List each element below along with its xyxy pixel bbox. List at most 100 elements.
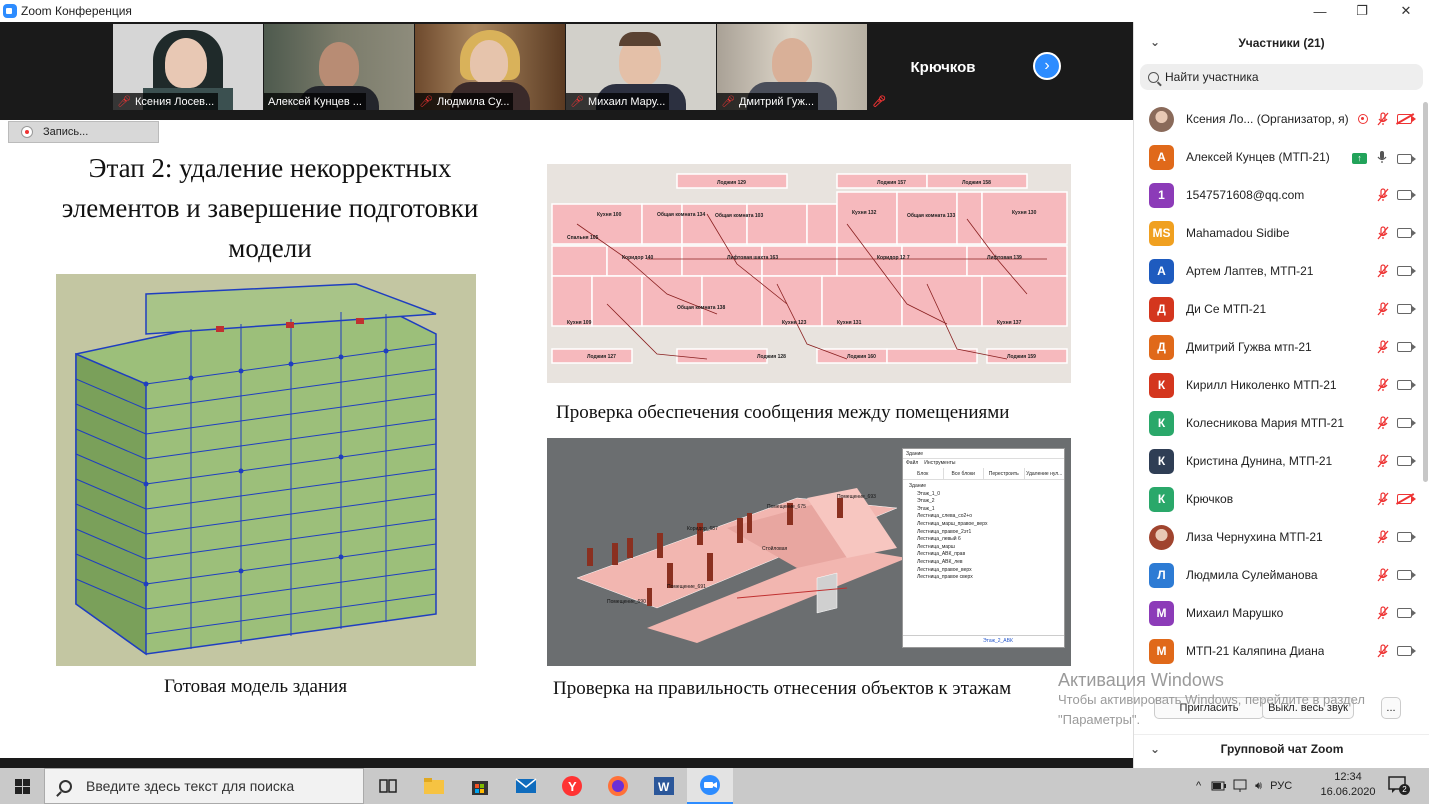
network-icon[interactable] bbox=[1233, 779, 1249, 793]
language-indicator[interactable]: РУС bbox=[1270, 780, 1292, 792]
recording-indicator[interactable]: Запись... bbox=[8, 121, 159, 143]
mic-off-icon[interactable] bbox=[1376, 302, 1389, 316]
mic-off-icon[interactable] bbox=[1376, 454, 1389, 468]
camera-off-icon[interactable] bbox=[1397, 494, 1416, 504]
mic-off-icon[interactable] bbox=[1376, 188, 1389, 202]
camera-icon[interactable] bbox=[1397, 266, 1416, 276]
camera-icon[interactable] bbox=[1397, 380, 1416, 390]
participant-row[interactable]: М МТП-21 Каляпина Диана bbox=[1134, 632, 1426, 670]
camera-icon[interactable] bbox=[1397, 646, 1416, 656]
mic-off-icon[interactable] bbox=[1376, 606, 1389, 620]
file-explorer-icon[interactable] bbox=[411, 768, 457, 804]
mic-off-icon[interactable] bbox=[1376, 340, 1389, 354]
tray-expand-chevron-icon[interactable]: ^ bbox=[1196, 780, 1201, 792]
camera-icon[interactable] bbox=[1397, 304, 1416, 314]
close-button[interactable]: ✕ bbox=[1383, 0, 1429, 22]
participant-row[interactable]: Ксения Ло... (Организатор, я) bbox=[1134, 100, 1426, 138]
firefox-icon[interactable] bbox=[595, 768, 641, 804]
tree-item[interactable]: Здание bbox=[909, 483, 1058, 491]
battery-icon[interactable] bbox=[1211, 780, 1227, 792]
tree-item[interactable]: Этаж_1_0 bbox=[909, 491, 1058, 499]
participant-search-input[interactable]: Найти участника bbox=[1140, 64, 1423, 90]
tree-item[interactable]: Лестница_АВК_лев bbox=[909, 559, 1058, 567]
video-strip: 🎤︎ Ксения Лосев... Алексей Кунцев ... 🎤︎ Л… bbox=[0, 22, 1133, 120]
participant-row[interactable]: К Колесникова Мария МТП-21 bbox=[1134, 404, 1426, 442]
minimize-button[interactable]: — bbox=[1297, 0, 1343, 22]
mic-off-icon[interactable] bbox=[1376, 530, 1389, 544]
tab-all-blocks[interactable]: Все блоки bbox=[944, 468, 984, 479]
mic-off-icon[interactable] bbox=[1376, 568, 1389, 582]
mic-off-icon[interactable] bbox=[1376, 226, 1389, 240]
camera-icon[interactable] bbox=[1397, 228, 1416, 238]
mic-off-icon[interactable] bbox=[1376, 644, 1389, 658]
tree-item[interactable]: Лестница_левый 6 bbox=[909, 536, 1058, 544]
mic-off-icon[interactable] bbox=[1376, 378, 1389, 392]
participant-row[interactable]: MS Mahamadou Sidibe bbox=[1134, 214, 1426, 252]
camera-icon[interactable] bbox=[1397, 342, 1416, 352]
volume-icon[interactable]: 🔊︎ bbox=[1255, 780, 1262, 793]
camera-icon[interactable] bbox=[1397, 190, 1416, 200]
video-tile[interactable]: 🎤︎ Ксения Лосев... bbox=[113, 24, 263, 110]
group-chat-header[interactable]: ⌄ Групповой чат Zoom bbox=[1134, 734, 1429, 762]
yandex-browser-icon[interactable]: Y bbox=[549, 768, 595, 804]
participant-row[interactable]: К Крючков bbox=[1134, 480, 1426, 518]
notifications-icon[interactable]: 2 bbox=[1388, 776, 1410, 796]
tree-item[interactable]: Лестница_марш bbox=[909, 544, 1058, 552]
more-options-button[interactable]: ... bbox=[1381, 697, 1401, 719]
camera-icon[interactable] bbox=[1397, 532, 1416, 542]
video-tile[interactable]: 🎤︎ Дмитрий Гуж... bbox=[717, 24, 867, 110]
zoom-app-icon[interactable] bbox=[687, 768, 733, 804]
mic-off-icon[interactable] bbox=[1376, 112, 1389, 126]
video-tile-active-speaker[interactable]: Алексей Кунцев ... bbox=[264, 24, 414, 110]
maximize-button[interactable]: ❐ bbox=[1339, 0, 1385, 22]
menu-file[interactable]: Файл bbox=[906, 460, 918, 467]
participant-list-scrollbar[interactable] bbox=[1423, 102, 1428, 482]
mic-off-icon[interactable] bbox=[1376, 416, 1389, 430]
tree-item[interactable]: Этаж_1 bbox=[909, 506, 1058, 514]
camera-icon[interactable] bbox=[1397, 153, 1416, 164]
camera-icon[interactable] bbox=[1397, 418, 1416, 428]
camera-icon[interactable] bbox=[1397, 608, 1416, 618]
participant-row[interactable]: К Кирилл Николенко МТП-21 bbox=[1134, 366, 1426, 404]
taskbar-search-input[interactable]: Введите здесь текст для поиска bbox=[44, 768, 364, 804]
menu-tools[interactable]: Инструменты bbox=[924, 460, 955, 467]
task-view-icon[interactable] bbox=[365, 768, 411, 804]
tree-item[interactable]: Лестница_слева_со2+о bbox=[909, 513, 1058, 521]
participant-row[interactable]: Д Дмитрий Гужва мтп-21 bbox=[1134, 328, 1426, 366]
chevron-down-icon[interactable]: ⌄ bbox=[1150, 35, 1160, 49]
camera-icon[interactable] bbox=[1397, 570, 1416, 580]
camera-off-icon[interactable] bbox=[1397, 114, 1416, 124]
tree-item[interactable]: Лестница_правое_верх bbox=[909, 567, 1058, 575]
mic-off-icon[interactable] bbox=[1376, 264, 1389, 278]
tab-delete-null[interactable]: Удаление нул... bbox=[1025, 468, 1065, 479]
video-tile-no-camera[interactable]: Крючков 🎤︎ bbox=[868, 24, 1018, 110]
participant-row[interactable]: А Алексей Кунцев (МТП-21) ↑ bbox=[1134, 138, 1426, 176]
video-tile[interactable]: 🎤︎ Людмила Су... bbox=[415, 24, 565, 110]
mail-icon[interactable] bbox=[503, 768, 549, 804]
mic-off-icon[interactable] bbox=[1376, 492, 1389, 506]
next-page-arrow-icon[interactable]: › bbox=[1033, 52, 1061, 80]
word-icon[interactable]: W bbox=[641, 768, 687, 804]
mic-on-icon[interactable] bbox=[1375, 150, 1389, 167]
participant-name: Mahamadou Sidibe bbox=[1186, 226, 1290, 240]
taskbar-clock[interactable]: 12:34 16.06.2020 bbox=[1318, 770, 1378, 800]
participant-row[interactable]: А Артем Лаптев, МТП-21 bbox=[1134, 252, 1426, 290]
tree-item[interactable]: Лестница_АВК_прав bbox=[909, 551, 1058, 559]
avatar: А bbox=[1149, 144, 1174, 170]
participant-row[interactable]: Лиза Чернухина МТП-21 bbox=[1134, 518, 1426, 556]
tab-block[interactable]: Блок bbox=[903, 468, 944, 479]
video-tile[interactable]: 🎤︎ Михаил Мару... bbox=[566, 24, 716, 110]
start-button[interactable] bbox=[0, 768, 44, 804]
tab-rebuild[interactable]: Перестроить bbox=[984, 468, 1025, 479]
participant-row[interactable]: Л Людмила Сулейманова bbox=[1134, 556, 1426, 594]
participant-row[interactable]: К Кристина Дунина, МТП-21 bbox=[1134, 442, 1426, 480]
tree-item[interactable]: Этаж_2 bbox=[909, 498, 1058, 506]
participant-row[interactable]: 1 1547571608@qq.com bbox=[1134, 176, 1426, 214]
participant-row[interactable]: М Михаил Марушко bbox=[1134, 594, 1426, 632]
tree-item[interactable]: Лестница_правое сверх bbox=[909, 574, 1058, 582]
tree-item[interactable]: Лестница_марш_правое_верх bbox=[909, 521, 1058, 529]
participant-row[interactable]: Д Ди Се МТП-21 bbox=[1134, 290, 1426, 328]
camera-icon[interactable] bbox=[1397, 456, 1416, 466]
participant-status-icons bbox=[1376, 302, 1416, 316]
store-icon[interactable] bbox=[457, 768, 503, 804]
